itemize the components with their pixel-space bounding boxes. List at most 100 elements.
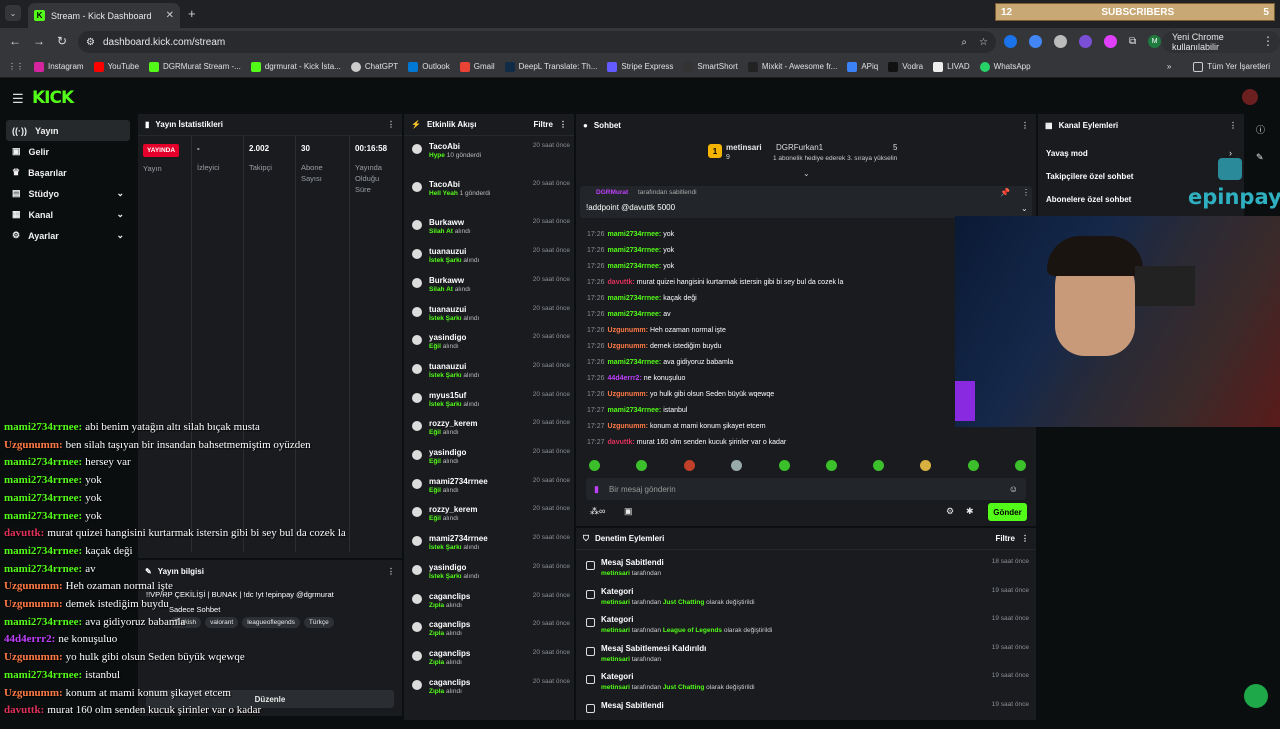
subs-only-toggle[interactable]: Abonelere özel sohbet [1046, 195, 1131, 204]
bookmark-smartshort[interactable]: SmartShort [683, 61, 738, 72]
sidebar-item-ayarlar[interactable]: ⚙ Ayarlar ⌄ [6, 225, 130, 246]
new-tab-button[interactable]: + [188, 6, 196, 21]
chat-message[interactable]: 17:26 mami2734rrnee: yok [587, 231, 674, 238]
pin-icon[interactable]: 📌 [1000, 188, 1010, 197]
profile-avatar[interactable]: M [1148, 35, 1162, 48]
more-icon[interactable]: ⋮ [559, 120, 567, 129]
chrome-menu-icon[interactable]: ⋮ [1262, 34, 1274, 48]
sidebar-item-yayin[interactable]: ((·)) Yayın [6, 120, 130, 141]
chevron-right-icon[interactable]: › [1229, 148, 1232, 158]
emote-icon[interactable] [968, 460, 979, 471]
bookmark-apiq[interactable]: APiq [847, 61, 878, 72]
pencil-icon[interactable]: ✎ [1256, 152, 1264, 163]
bookmark-vodra[interactable]: Vodra [888, 61, 923, 72]
extension-icon[interactable] [1004, 35, 1017, 48]
tag[interactable]: Türkçe [303, 617, 334, 628]
bookmark-gmail[interactable]: Gmail [459, 61, 495, 72]
bookmark-dgrmurat-stream[interactable]: DGRMurat Stream -... [149, 61, 241, 72]
chat-message[interactable]: 17:27 mami2734rrnee: istanbul [587, 407, 687, 414]
chat-message[interactable]: 17:26 mami2734rrnee: yok [587, 247, 674, 254]
expand-icon[interactable]: ⌄ [803, 169, 810, 178]
emote-icon[interactable] [589, 460, 600, 471]
kick-logo[interactable]: KICK [32, 88, 74, 108]
avatar[interactable] [1242, 89, 1258, 105]
zoom-icon[interactable]: ⌕ [961, 37, 967, 48]
bookmark-star-icon[interactable]: ☆ [979, 37, 988, 48]
more-icon[interactable]: ⋮ [387, 120, 395, 129]
chat-message[interactable]: 17:27 Uzgunumm: konum at mami konum şikaye… [587, 423, 766, 430]
extension-icon[interactable] [1029, 35, 1042, 48]
more-icon[interactable]: ⋮ [1021, 121, 1029, 130]
more-icon[interactable]: ⋮ [1022, 188, 1030, 197]
send-button[interactable]: Gönder [988, 503, 1027, 521]
emote-icon[interactable] [826, 460, 837, 471]
more-icon[interactable]: ⋮ [1229, 121, 1237, 130]
forward-icon[interactable]: → [33, 34, 45, 48]
chat-message[interactable]: 17:26 Uzgunumm: demek istediğim buydu [587, 343, 722, 350]
tag[interactable]: leagueoflegends [242, 617, 300, 628]
emote-icon[interactable] [1015, 460, 1026, 471]
gift-icon[interactable]: ▣ [624, 506, 633, 517]
sidebar-item-gelir[interactable]: ▣ Gelir [6, 141, 130, 162]
extension-icon[interactable] [1104, 35, 1117, 48]
followers-only-toggle[interactable]: Takipçilere özel sohbet [1046, 172, 1133, 181]
chat-message[interactable]: 17:26 44d4errr2: ne konuşuluo [587, 375, 685, 382]
chat-message[interactable]: 17:26 Uzgunumm: Heh ozaman normal işte [587, 327, 726, 334]
points-icon[interactable]: ⁂∞ [590, 506, 605, 517]
sidebar-item-kanal[interactable]: ▦ Kanal ⌄ [6, 204, 130, 225]
bookmark-dgrmurat-kick[interactable]: dgrmurat - Kick İsta... [250, 61, 341, 72]
bookmark-outlook[interactable]: Outlook [408, 61, 450, 72]
url-bar[interactable]: ⚙ dashboard.kick.com/stream ⌕ ☆ [78, 31, 996, 53]
chat-message[interactable]: 17:26 mami2734rrnee: av [587, 311, 671, 318]
emoji-icon[interactable]: ☺ [1009, 484, 1018, 494]
slow-mode-toggle[interactable]: Yavaş mod [1046, 149, 1088, 158]
back-icon[interactable]: ← [9, 34, 21, 48]
chevron-down-icon[interactable]: ⌄ [1021, 204, 1028, 213]
emote-icon[interactable] [779, 460, 790, 471]
bookmark-chatgpt[interactable]: ChatGPT [350, 61, 398, 72]
close-icon[interactable]: ✕ [166, 10, 174, 21]
gear-icon[interactable]: ⚙ [946, 506, 954, 517]
filter-button[interactable]: Filtre [995, 534, 1015, 543]
bookmark-youtube[interactable]: YouTube [93, 61, 139, 72]
bookmark-instagram[interactable]: Instagram [34, 61, 84, 72]
chat-input[interactable]: ▮ Bir mesaj gönderin ☺ [586, 478, 1026, 500]
chat-message[interactable]: 17:27 davuttk: murat 160 olm senden kucuk … [587, 439, 786, 446]
bookmark-whatsapp[interactable]: WhatsApp [979, 61, 1031, 72]
extension-icon[interactable] [1079, 35, 1092, 48]
tab-search-button[interactable]: ⌄ [5, 5, 21, 21]
all-bookmarks[interactable]: Tüm Yer İşaretleri [1207, 62, 1270, 71]
more-bookmarks-icon[interactable]: » [1167, 62, 1171, 71]
bookmark-mixkit[interactable]: Mixkit - Awesome fr... [747, 61, 837, 72]
leaderboard-user[interactable]: metinsari [726, 143, 762, 152]
chat-message[interactable]: 17:26 mami2734rrnee: kaçak deği [587, 295, 697, 302]
chat-bubble-button[interactable] [1244, 684, 1268, 708]
chat-message[interactable]: 17:26 davuttk: murat quizei hangisini kurt… [587, 279, 843, 286]
extensions-puzzle-icon[interactable]: ⧉ [1129, 36, 1136, 47]
bookmark-livad[interactable]: LIVAD [933, 61, 970, 72]
settings-icon[interactable]: ✱ [966, 506, 974, 517]
filter-button[interactable]: Filtre [533, 120, 553, 129]
site-info-icon[interactable]: ⚙ [86, 37, 95, 48]
emote-icon[interactable] [636, 460, 647, 471]
chat-message[interactable]: 17:26 mami2734rrnee: ava gidiyoruz babamla [587, 359, 733, 366]
bookmark-deepl[interactable]: DeepL Translate: Th... [504, 61, 597, 72]
reload-icon[interactable]: ↻ [57, 34, 67, 48]
info-icon[interactable]: ⓘ [1256, 123, 1265, 136]
emote-icon[interactable] [684, 460, 695, 471]
extension-icon[interactable] [1054, 35, 1067, 48]
chat-message[interactable]: 17:26 Uzgunumm: yo hulk gibi olsun Seden b… [587, 391, 774, 398]
sidebar-item-studyo[interactable]: ▤ Stüdyo ⌄ [6, 183, 130, 204]
emote-icon[interactable] [873, 460, 884, 471]
browser-tab[interactable]: K Stream - Kick Dashboard ✕ [28, 3, 180, 28]
emote-icon[interactable] [731, 460, 742, 471]
more-icon[interactable]: ⋮ [1021, 534, 1029, 543]
bookmark-stripe[interactable]: Stripe Express [607, 61, 673, 72]
tag[interactable]: valorant [205, 617, 239, 628]
leaderboard-user-2[interactable]: DGRFurkan1 [776, 143, 823, 152]
emote-icon[interactable] [920, 460, 931, 471]
menu-icon[interactable]: ☰ [12, 91, 24, 107]
chat-message[interactable]: 17:26 mami2734rrnee: yok [587, 263, 674, 270]
more-icon[interactable]: ⋮ [387, 567, 395, 576]
apps-grid-icon[interactable]: ⋮⋮ [8, 62, 24, 71]
